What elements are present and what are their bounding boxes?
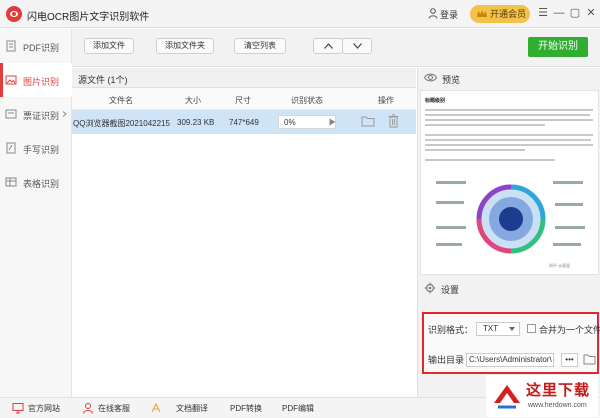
preview-header: 预览: [418, 68, 600, 88]
play-icon[interactable]: [329, 118, 336, 126]
sidebar-item-ticket[interactable]: 票证识别: [0, 97, 72, 131]
add-folder-button[interactable]: 添加文件夹: [156, 38, 214, 54]
output-dir-input[interactable]: C:\Users\Administrator\: [466, 353, 554, 367]
official-site-link[interactable]: 官方网站: [28, 403, 60, 414]
toolbar: 添加文件 添加文件夹 清空列表 开始识别: [72, 29, 600, 67]
file-count: 源文件 (1个): [78, 75, 128, 85]
user-icon[interactable]: [428, 8, 438, 19]
sidebar-item-label: PDF识别: [23, 43, 60, 53]
service-icon: [83, 403, 93, 414]
sidebar-item-label: 表格识别: [23, 179, 60, 189]
table-row[interactable]: QQ浏览器截图2021042215 309.23 KB 747*649 0%: [72, 110, 416, 134]
format-select[interactable]: TXT: [476, 322, 520, 336]
clear-list-button[interactable]: 清空列表: [234, 38, 286, 54]
file-size: 309.23 KB: [177, 118, 215, 127]
vip-label: 开通会员: [490, 9, 527, 19]
gear-icon: [424, 282, 436, 294]
pdf-convert-link[interactable]: PDF转换: [230, 403, 262, 414]
text-line: [425, 109, 593, 111]
chevron-down-icon: [353, 43, 362, 49]
preview-caption: 知乎 @星星: [549, 263, 571, 268]
format-label: 识别格式：: [428, 325, 474, 335]
file-name: QQ浏览器截图2021042215: [73, 119, 170, 128]
move-down-button[interactable]: [342, 38, 372, 54]
table-header: 文件名 大小 尺寸 识别状态 操作: [72, 88, 416, 110]
column-header: 尺寸: [235, 96, 251, 105]
sidebar: PDF识别 图片识别 票证识别 手写识别 表格识别: [0, 29, 72, 397]
vip-button[interactable]: 开通会员: [470, 5, 530, 23]
customer-service-link[interactable]: 在线客服: [98, 403, 130, 414]
output-dir-label: 输出目录: [428, 355, 465, 365]
file-dimensions: 747*649: [229, 118, 259, 127]
folder-icon[interactable]: [361, 115, 375, 127]
table-icon: [5, 177, 17, 187]
doc-translate-link[interactable]: 文档翻译: [176, 403, 208, 414]
file-panel: 源文件 (1个) 文件名 大小 尺寸 识别状态 操作 QQ浏览器截图202104…: [72, 68, 416, 397]
title-bar: 闪电OCR图片文字识别软件 登录 开通会员 ☰ — ▢ ✕: [0, 0, 600, 28]
sidebar-item-label: 图片识别: [23, 77, 60, 87]
image-icon: [5, 75, 17, 85]
sidebar-item-pdf[interactable]: PDF识别: [0, 29, 72, 63]
sidebar-item-table[interactable]: 表格识别: [0, 165, 72, 199]
settings-header: 设置: [418, 278, 600, 298]
trash-icon[interactable]: [388, 114, 399, 128]
login-link[interactable]: 登录: [440, 8, 458, 21]
progress-bar: 0%: [278, 115, 336, 129]
watermark-logo-icon: [494, 385, 520, 409]
translate-icon: [151, 402, 161, 413]
move-up-button[interactable]: [313, 38, 343, 54]
text-line: [425, 134, 593, 136]
eye-icon: [424, 73, 437, 82]
preview-panel: 预览 标题级别 知乎 @星星: [417, 68, 600, 278]
sidebar-item-handwriting[interactable]: 手写识别: [0, 131, 72, 165]
pdf-icon: [6, 40, 16, 52]
preview-title: 预览: [442, 75, 461, 85]
merge-checkbox[interactable]: [527, 324, 536, 333]
column-header: 识别状态: [291, 96, 323, 105]
format-value: TXT: [483, 324, 499, 333]
crown-icon: [477, 10, 487, 17]
text-line: [425, 139, 591, 141]
text-line: [425, 159, 555, 161]
column-header: 文件名: [109, 96, 133, 105]
merge-label: 合并为一个文件: [539, 325, 600, 335]
minimize-icon[interactable]: —: [552, 6, 566, 20]
watermark-url: www.herdown.com: [528, 402, 587, 409]
handwriting-icon: [6, 142, 16, 154]
browse-button[interactable]: •••: [561, 353, 578, 367]
preview-doc-title: 标题级别: [425, 98, 446, 104]
app-logo-icon: [6, 6, 22, 22]
text-line: [425, 119, 593, 121]
chevron-right-icon: [62, 111, 67, 117]
pdf-edit-link[interactable]: PDF编辑: [282, 403, 314, 414]
text-line: [425, 149, 525, 151]
start-recognition-button[interactable]: 开始识别: [528, 37, 588, 57]
monitor-icon: [12, 403, 24, 414]
close-icon[interactable]: ✕: [584, 6, 598, 20]
chevron-up-icon: [324, 43, 333, 49]
column-header: 操作: [378, 96, 394, 105]
file-panel-header: 源文件 (1个): [72, 68, 416, 88]
add-file-button[interactable]: 添加文件: [84, 38, 134, 54]
watermark-text: 这里下载: [526, 381, 591, 399]
column-header: 大小: [185, 96, 201, 105]
text-line: [425, 124, 545, 126]
5g-diagram-image: [436, 181, 585, 254]
text-line: [425, 144, 593, 146]
sidebar-item-label: 票证识别: [23, 111, 60, 121]
maximize-icon[interactable]: ▢: [568, 6, 582, 20]
sidebar-item-label: 手写识别: [23, 145, 60, 155]
progress-label: 0%: [284, 118, 296, 127]
menu-icon[interactable]: ☰: [536, 6, 550, 20]
sidebar-item-image[interactable]: 图片识别: [0, 63, 72, 97]
folder-icon[interactable]: [583, 353, 596, 365]
settings-box: 识别格式： TXT 合并为一个文件 输出目录 C:\Users\Administ…: [422, 312, 600, 374]
watermark: 这里下载 www.herdown.com: [486, 375, 598, 417]
settings-title: 设置: [441, 285, 460, 295]
ticket-icon: [5, 109, 17, 119]
text-line: [425, 114, 590, 116]
app-title: 闪电OCR图片文字识别软件: [27, 12, 150, 23]
caret-down-icon: [509, 327, 515, 331]
preview-document: 标题级别 知乎 @星星: [420, 90, 599, 275]
